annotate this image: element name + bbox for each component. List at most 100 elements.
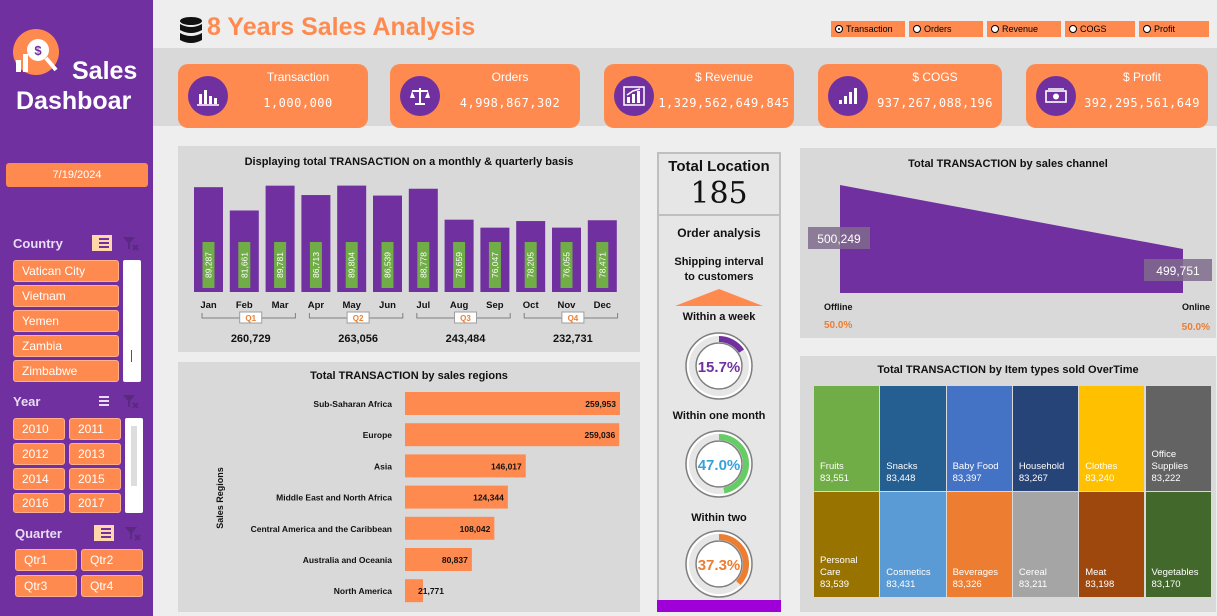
location-footer-bar — [657, 600, 781, 612]
regions-chart-panel: Total TRANSACTION by sales regions Sub-S… — [178, 362, 640, 612]
treemap-tile-value: 83,198 — [1085, 579, 1115, 590]
option-cogs[interactable]: COGS — [1065, 21, 1135, 37]
region-value-label: 146,017 — [491, 461, 522, 471]
year-item-2012[interactable]: 2012 — [13, 443, 65, 465]
treemap-tile-name: Personal Care — [820, 555, 858, 578]
treemap-tile-value: 83,539 — [820, 579, 850, 590]
quarter-total: 263,056 — [338, 333, 378, 345]
option-label: Revenue — [1002, 24, 1039, 34]
region-category-label: North America — [334, 586, 393, 596]
dashboard-root: $ Sales Dashboar 7/19/2024 Country Vatic… — [0, 0, 1217, 616]
year-item-2016[interactable]: 2016 — [13, 493, 65, 513]
kpi-card-cogs: $ COGS 937,267,088,196 — [818, 64, 1002, 128]
donut-value: 47.0% — [698, 457, 741, 474]
kpi-card-orders: Orders 4,998,867,302 — [390, 64, 580, 128]
channel-category-label: Online — [1182, 302, 1210, 312]
kpi-value: 1,000,000 — [263, 96, 333, 110]
page-title: 8 Years Sales Analysis — [207, 13, 476, 41]
year-scrollbar[interactable] — [125, 418, 143, 513]
region-category-label: Australia and Oceania — [303, 555, 393, 565]
treemap-tile-name: Snacks — [886, 461, 918, 472]
multi-select-icon[interactable] — [92, 393, 112, 409]
month-tick-label: May — [342, 300, 361, 311]
treemap-tile: Household 83,267 — [1012, 386, 1079, 491]
shipping-title: Shipping interval to customers — [674, 256, 764, 283]
quarter-total: 232,731 — [553, 333, 593, 345]
channel-percent-label: 50.0% — [824, 320, 852, 331]
treemap-tile: Baby Food 83,397 — [946, 386, 1012, 491]
year-item-2013[interactable]: 2013 — [69, 443, 121, 465]
year-item-2015[interactable]: 2015 — [69, 468, 121, 490]
quarter-item-qtr2[interactable]: Qtr2 — [81, 549, 143, 571]
country-item-vatican-city[interactable]: Vatican City — [13, 260, 119, 282]
multi-select-icon[interactable] — [92, 235, 112, 251]
quarter-item-qtr3[interactable]: Qtr3 — [15, 575, 77, 597]
kpi-card-transaction: Transaction 1,000,000 — [178, 64, 368, 128]
option-revenue[interactable]: Revenue — [987, 21, 1061, 37]
quarter-name: Q2 — [353, 314, 364, 323]
month-tick-label: Jun — [379, 300, 396, 311]
date-display: 7/19/2024 — [6, 163, 148, 187]
channel-percent-label: 50.0% — [1182, 322, 1210, 333]
month-tick-label: Feb — [236, 300, 253, 311]
donut-label: Within one month — [672, 410, 766, 422]
growth-chart-icon — [614, 76, 654, 116]
month-tick-label: Nov — [558, 300, 577, 311]
treemap-panel: Total TRANSACTION by Item types sold Ove… — [800, 356, 1216, 612]
region-value-label: 259,036 — [585, 430, 616, 440]
quarter-item-qtr4[interactable]: Qtr4 — [81, 575, 143, 597]
year-item-2017[interactable]: 2017 — [69, 493, 121, 513]
treemap-tile-name: Beverages — [952, 567, 999, 578]
region-category-label: Sub-Saharan Africa — [313, 399, 392, 409]
quarter-item-qtr1[interactable]: Qtr1 — [15, 549, 77, 571]
monthly-chart-panel: Displaying total TRANSACTION on a monthl… — [178, 146, 640, 352]
region-value-label: 124,344 — [473, 493, 504, 503]
option-orders[interactable]: Orders — [909, 21, 983, 37]
country-item-zambia[interactable]: Zambia — [13, 335, 119, 357]
bar-value-label: 89,781 — [275, 252, 285, 278]
donut-value: 37.3% — [698, 557, 741, 574]
location-panel: Total Location 185 Order analysis Shippi… — [657, 152, 781, 612]
treemap-tile-value: 83,170 — [1151, 579, 1181, 590]
treemap-tile-value: 83,267 — [1018, 473, 1048, 484]
clear-filter-icon[interactable] — [122, 525, 142, 541]
clear-filter-icon[interactable] — [120, 393, 140, 409]
treemap-tile-value: 83,211 — [1018, 579, 1048, 590]
treemap-tile-name: Meat — [1085, 567, 1107, 578]
treemap-tile: Vegetables 83,170 — [1145, 492, 1211, 597]
bar-value-label: 86,539 — [383, 252, 393, 278]
sidebar-title-line1: Sales — [72, 57, 138, 85]
kpi-card-revenue: $ Revenue 1,329,562,649,845 — [604, 64, 794, 128]
country-scrollbar[interactable] — [123, 260, 141, 382]
country-item-zimbabwe[interactable]: Zimbabwe — [13, 360, 119, 382]
regions-axis-label: Sales Regions — [215, 467, 225, 529]
multi-select-icon[interactable] — [94, 525, 114, 541]
month-tick-label: Sep — [486, 300, 504, 311]
treemap-tile-name: Cereal — [1018, 567, 1047, 578]
treemap-tile-name: Clothes — [1085, 461, 1118, 472]
year-item-2010[interactable]: 2010 — [13, 418, 65, 440]
kpi-label: Transaction — [266, 70, 330, 84]
treemap-tile-value: 83,448 — [886, 473, 916, 484]
divider — [659, 214, 779, 216]
country-item-yemen[interactable]: Yemen — [13, 310, 119, 332]
treemap-tile: Fruits 83,551 — [814, 386, 880, 491]
country-item-vietnam[interactable]: Vietnam — [13, 285, 119, 307]
treemap: Fruits 83,551 Snacks 83,448 Baby Food 83,397 H… — [814, 386, 1212, 602]
chart-title: Total TRANSACTION by Item types sold Ove… — [877, 364, 1139, 376]
option-label: COGS — [1080, 24, 1107, 34]
bar-value-label: 76,047 — [490, 252, 500, 278]
treemap-tile-name: Household — [1018, 461, 1065, 472]
option-transaction[interactable]: Transaction — [831, 21, 905, 37]
channel-value-label: 499,751 — [1156, 264, 1200, 278]
clear-filter-icon[interactable] — [120, 235, 140, 251]
donut-month: 47.0% — [685, 430, 753, 498]
treemap-tile: Clothes 83,240 — [1079, 386, 1145, 491]
year-item-2011[interactable]: 2011 — [69, 418, 121, 440]
year-item-2014[interactable]: 2014 — [13, 468, 65, 490]
channel-chart-panel: Total TRANSACTION by sales channel 500,2… — [800, 148, 1216, 338]
treemap-tile: Cereal 83,211 — [1012, 492, 1079, 597]
option-profit[interactable]: Profit — [1139, 21, 1209, 37]
sidebar: $ Sales Dashboar 7/19/2024 Country Vatic… — [0, 0, 153, 616]
option-label: Orders — [924, 24, 952, 34]
